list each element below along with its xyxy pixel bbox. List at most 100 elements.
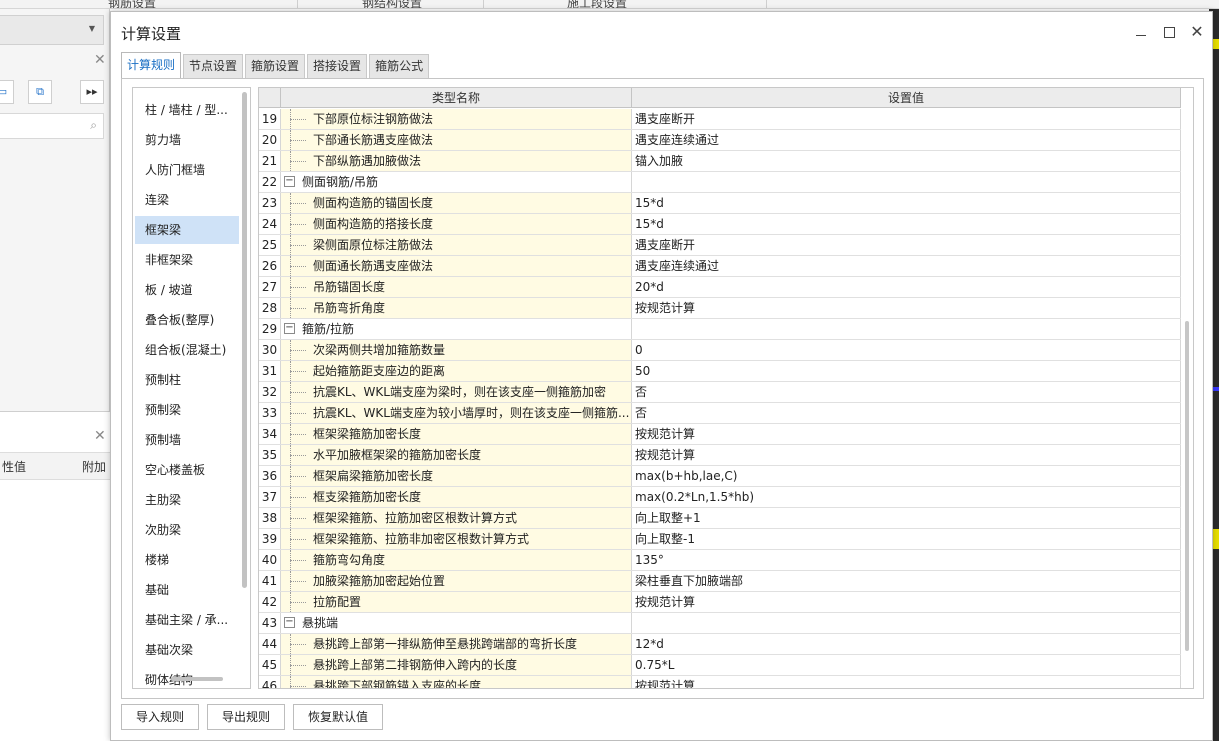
- tab-lap-settings[interactable]: 搭接设置: [307, 54, 368, 78]
- row-setting-value[interactable]: 按规范计算: [632, 676, 1181, 688]
- minimize-icon[interactable]: [1127, 20, 1155, 44]
- category-item[interactable]: 次肋梁: [135, 516, 239, 544]
- category-item[interactable]: 连梁: [135, 186, 239, 214]
- grid-row[interactable]: 41 加腋梁箍筋加密起始位置 梁柱垂直下加腋端部: [259, 571, 1181, 592]
- grid-scrollbar[interactable]: [1185, 321, 1189, 651]
- category-item[interactable]: 基础主梁 / 承...: [135, 606, 239, 634]
- row-setting-value[interactable]: 按规范计算: [632, 592, 1181, 612]
- grid-row[interactable]: 36 框架扁梁箍筋加密长度 max(b+hb,lae,C): [259, 466, 1181, 487]
- row-setting-value[interactable]: 锚入加腋: [632, 151, 1181, 171]
- grid-row[interactable]: 42 拉筋配置 按规范计算: [259, 592, 1181, 613]
- row-setting-value[interactable]: 否: [632, 382, 1181, 402]
- grid-row[interactable]: 30 次梁两侧共增加箍筋数量 0: [259, 340, 1181, 361]
- grid-row[interactable]: 28 吊筋弯折角度 按规范计算: [259, 298, 1181, 319]
- tab-calc-rules[interactable]: 计算规则: [121, 52, 182, 78]
- close-icon[interactable]: ✕: [94, 52, 106, 68]
- grid-row[interactable]: 32 抗震KL、WKL端支座为梁时，则在该支座一侧箍筋加密 否: [259, 382, 1181, 403]
- row-setting-value[interactable]: max(b+hb,lae,C): [632, 466, 1181, 486]
- category-item[interactable]: 柱 / 墙柱 / 型...: [135, 96, 239, 124]
- category-item[interactable]: 预制梁: [135, 396, 239, 424]
- grid-group-row[interactable]: 22− 侧面钢筋/吊筋: [259, 172, 1181, 193]
- category-hscrollbar[interactable]: [171, 677, 223, 681]
- category-item[interactable]: 空心楼盖板: [135, 456, 239, 484]
- bg-dropdown[interactable]: ▼: [0, 15, 104, 45]
- row-setting-value[interactable]: 向上取整+1: [632, 508, 1181, 528]
- row-setting-value[interactable]: 梁柱垂直下加腋端部: [632, 571, 1181, 591]
- close-icon[interactable]: ✕: [94, 428, 106, 444]
- grid-row[interactable]: 34 框架梁箍筋加密长度 按规范计算: [259, 424, 1181, 445]
- grid-row[interactable]: 37 框支梁箍筋加密长度 max(0.2*Ln,1.5*hb): [259, 487, 1181, 508]
- close-icon[interactable]: ✕: [1183, 20, 1211, 44]
- grid-group-row[interactable]: 29− 箍筋/拉筋: [259, 319, 1181, 340]
- grid-row[interactable]: 20 下部通长筋遇支座做法 遇支座连续通过: [259, 130, 1181, 151]
- category-item[interactable]: 预制柱: [135, 366, 239, 394]
- row-setting-value[interactable]: 否: [632, 403, 1181, 423]
- category-item[interactable]: 叠合板(整厚): [135, 306, 239, 334]
- fast-forward-icon[interactable]: ▸▸: [80, 80, 104, 104]
- row-setting-value[interactable]: 15*d: [632, 193, 1181, 213]
- export-rules-button[interactable]: 导出规则: [207, 704, 286, 730]
- grid-row[interactable]: 21 下部纵筋遇加腋做法 锚入加腋: [259, 151, 1181, 172]
- category-scrollbar[interactable]: [242, 92, 247, 588]
- row-setting-value[interactable]: 按规范计算: [632, 424, 1181, 444]
- grid-row[interactable]: 25 梁侧面原位标注筋做法 遇支座断开: [259, 235, 1181, 256]
- category-item[interactable]: 非框架梁: [135, 246, 239, 274]
- grid-row[interactable]: 26 侧面通长筋遇支座做法 遇支座连续通过: [259, 256, 1181, 277]
- grid-group-row[interactable]: 43− 悬挑端: [259, 613, 1181, 634]
- row-setting-value[interactable]: 0.75*L: [632, 655, 1181, 675]
- bg-tab-steel[interactable]: 钢结构设置: [362, 0, 422, 8]
- bg-tab-construction[interactable]: 施工段设置: [567, 0, 627, 8]
- tab-stirrup-formula[interactable]: 箍筋公式: [369, 54, 430, 78]
- maximize-icon[interactable]: [1155, 20, 1183, 44]
- row-setting-value[interactable]: 15*d: [632, 214, 1181, 234]
- grid-row[interactable]: 27 吊筋锚固长度 20*d: [259, 277, 1181, 298]
- bg-search-input[interactable]: ⌕: [0, 113, 104, 139]
- row-setting-value[interactable]: 遇支座断开: [632, 235, 1181, 255]
- row-setting-value[interactable]: 遇支座断开: [632, 109, 1181, 129]
- row-setting-value[interactable]: 12*d: [632, 634, 1181, 654]
- grid-row[interactable]: 40 箍筋弯勾角度 135°: [259, 550, 1181, 571]
- collapse-icon[interactable]: −: [284, 617, 295, 628]
- row-setting-value[interactable]: 20*d: [632, 277, 1181, 297]
- category-item[interactable]: 板 / 坡道: [135, 276, 239, 304]
- category-item[interactable]: 基础: [135, 576, 239, 604]
- panel-icon[interactable]: ▭: [0, 80, 14, 104]
- row-setting-value[interactable]: 按规范计算: [632, 298, 1181, 318]
- grid-row[interactable]: 33 抗震KL、WKL端支座为较小墙厚时，则在该支座一侧箍筋... 否: [259, 403, 1181, 424]
- category-item[interactable]: 人防门框墙: [135, 156, 239, 184]
- grid-row[interactable]: 24 侧面构造筋的搭接长度 15*d: [259, 214, 1181, 235]
- row-setting-value[interactable]: 向上取整-1: [632, 529, 1181, 549]
- layout-icon[interactable]: ⧉: [28, 80, 52, 104]
- collapse-icon[interactable]: −: [284, 323, 295, 334]
- grid-row[interactable]: 39 框架梁箍筋、拉筋非加密区根数计算方式 向上取整-1: [259, 529, 1181, 550]
- category-item[interactable]: 剪力墙: [135, 126, 239, 154]
- category-item[interactable]: 组合板(混凝土): [135, 336, 239, 364]
- row-setting-value[interactable]: 135°: [632, 550, 1181, 570]
- grid-row[interactable]: 35 水平加腋框架梁的箍筋加密长度 按规范计算: [259, 445, 1181, 466]
- bg-tab-rebar[interactable]: 钢筋设置: [108, 0, 156, 8]
- category-item[interactable]: 主肋梁: [135, 486, 239, 514]
- row-setting-value[interactable]: 50: [632, 361, 1181, 381]
- category-item[interactable]: 框架梁: [135, 216, 239, 244]
- grid-row[interactable]: 19 下部原位标注钢筋做法 遇支座断开: [259, 109, 1181, 130]
- grid-row[interactable]: 45 悬挑跨上部第二排钢筋伸入跨内的长度 0.75*L: [259, 655, 1181, 676]
- row-setting-value[interactable]: 遇支座连续通过: [632, 130, 1181, 150]
- category-item[interactable]: 预制墙: [135, 426, 239, 454]
- row-setting-value[interactable]: 0: [632, 340, 1181, 360]
- category-item[interactable]: 基础次梁: [135, 636, 239, 664]
- row-setting-value[interactable]: max(0.2*Ln,1.5*hb): [632, 487, 1181, 507]
- grid-row[interactable]: 38 框架梁箍筋、拉筋加密区根数计算方式 向上取整+1: [259, 508, 1181, 529]
- row-setting-value[interactable]: 按规范计算: [632, 445, 1181, 465]
- tab-node-settings[interactable]: 节点设置: [183, 54, 244, 78]
- import-rules-button[interactable]: 导入规则: [121, 704, 200, 730]
- grid-row[interactable]: 23 侧面构造筋的锚固长度 15*d: [259, 193, 1181, 214]
- dialog-titlebar[interactable]: 计算设置 ✕: [111, 12, 1212, 52]
- collapse-icon[interactable]: −: [284, 176, 295, 187]
- restore-defaults-button[interactable]: 恢复默认值: [293, 704, 384, 730]
- tab-stirrup-settings[interactable]: 箍筋设置: [245, 54, 306, 78]
- grid-row[interactable]: 31 起始箍筋距支座边的距离 50: [259, 361, 1181, 382]
- row-setting-value[interactable]: 遇支座连续通过: [632, 256, 1181, 276]
- category-item[interactable]: 楼梯: [135, 546, 239, 574]
- grid-row[interactable]: 44 悬挑跨上部第一排纵筋伸至悬挑跨端部的弯折长度 12*d: [259, 634, 1181, 655]
- grid-row[interactable]: 46 悬挑跨下部钢筋锚入支座的长度 按规范计算: [259, 676, 1181, 688]
